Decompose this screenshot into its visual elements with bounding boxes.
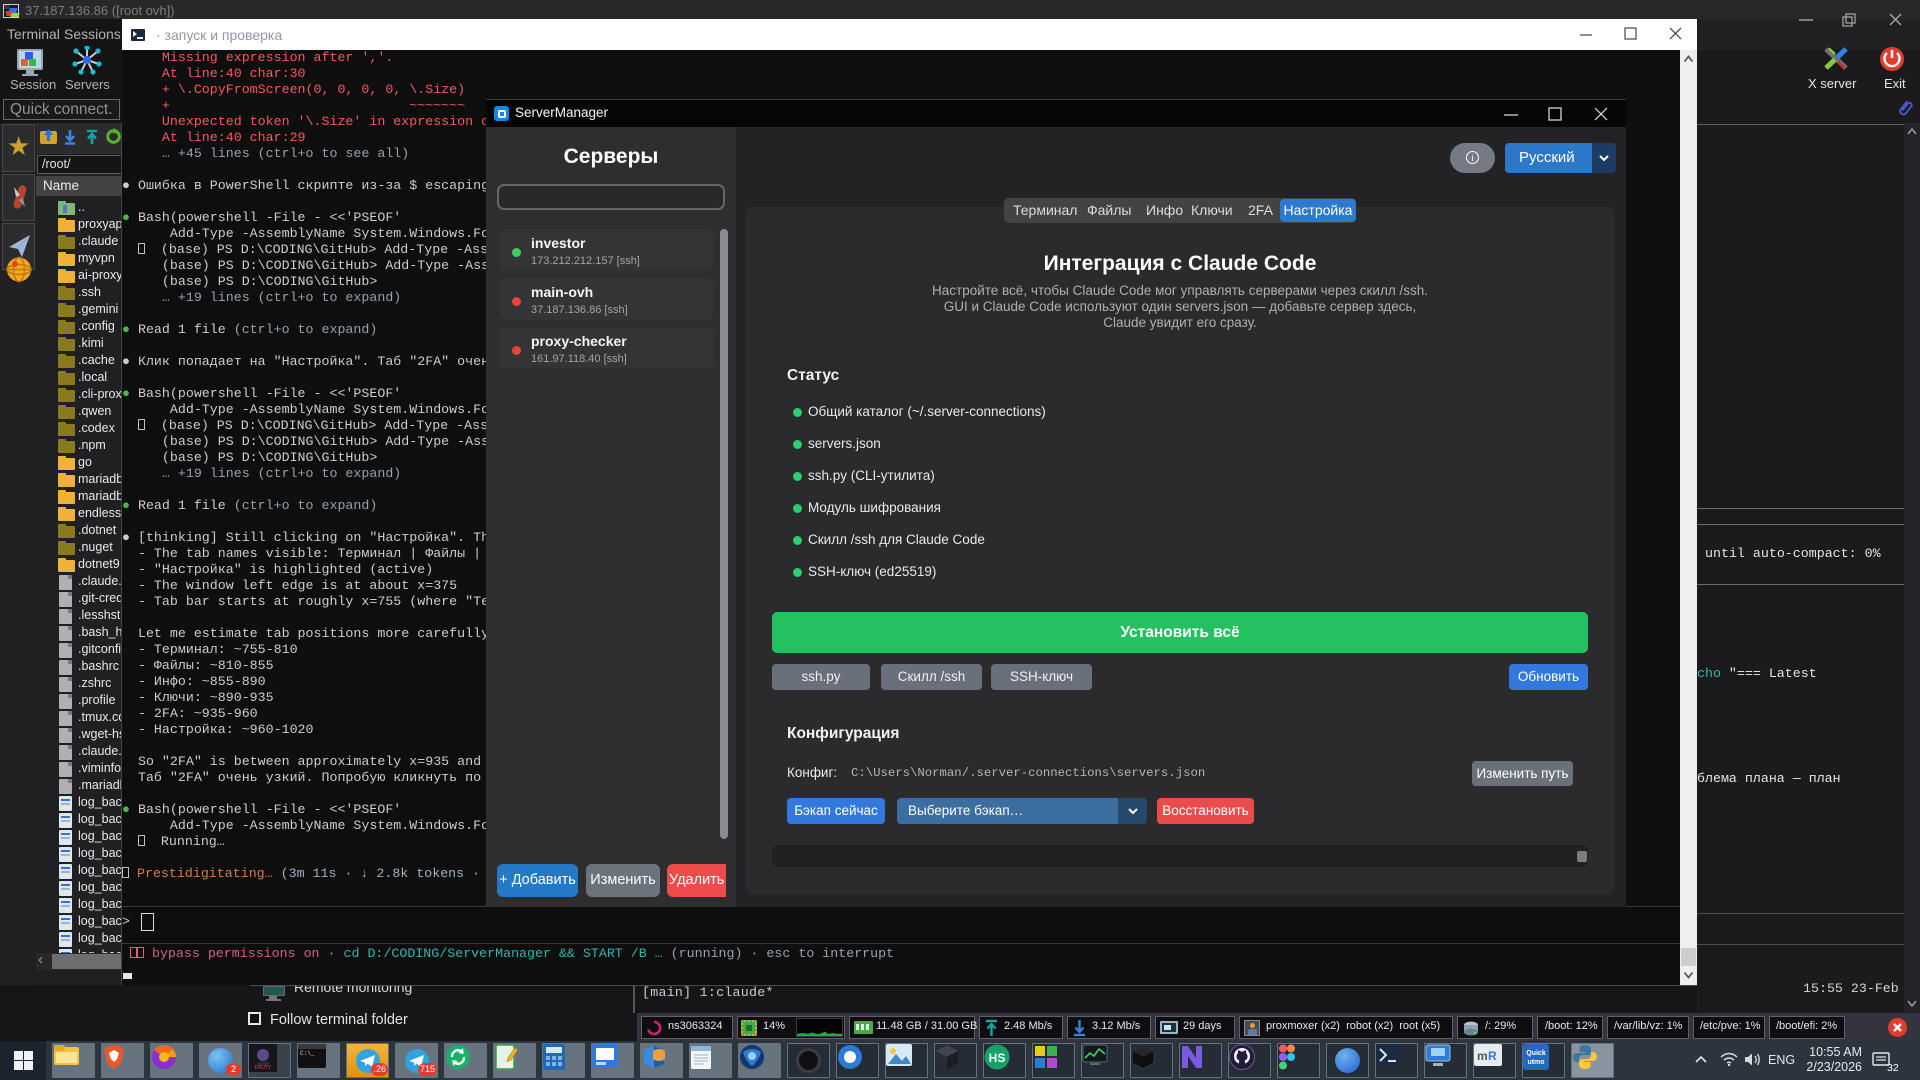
svg-text:FRUTY: FRUTY xyxy=(255,1065,272,1071)
svg-text:utmo: utmo xyxy=(1527,1059,1544,1066)
svg-text:m: m xyxy=(1477,1049,1488,1063)
svg-text:R: R xyxy=(1488,1049,1497,1063)
svg-text:HS: HS xyxy=(989,1051,1006,1065)
svg-text:Quick: Quick xyxy=(1526,1050,1546,1057)
svg-text:C:\_: C:\_ xyxy=(300,1050,315,1057)
